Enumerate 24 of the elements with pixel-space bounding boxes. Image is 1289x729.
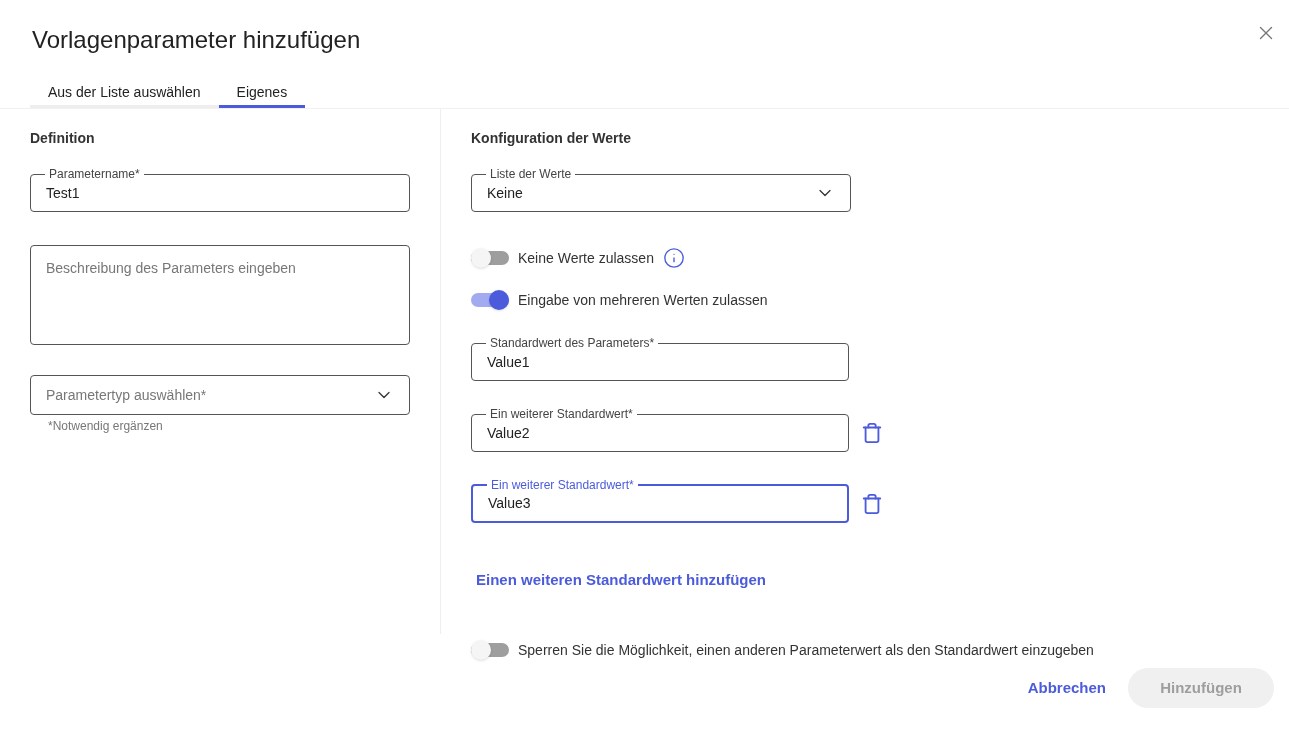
select-field[interactable]: Parametertyp auswählen* <box>30 375 410 415</box>
tab[interactable]: Aus der Liste auswählen <box>30 78 219 108</box>
input-field[interactable]: Standardwert des Parameters* Value1 <box>471 335 849 381</box>
trash-icon[interactable] <box>861 422 883 444</box>
toggle-label: Keine Werte zulassen <box>518 249 654 268</box>
select-field[interactable]: Liste der Werte Keine <box>471 166 851 212</box>
add-default-value-link[interactable]: Einen weiteren Standardwert hinzufügen <box>476 570 767 590</box>
info-icon[interactable] <box>662 247 685 269</box>
helper-text: *Notwendig ergänzen <box>47 418 164 434</box>
toggle-label: Sperren Sie die Möglichkeit, einen anderen Parameterwert als den Standardwert einzugeben <box>518 641 1094 660</box>
section-heading: Definition <box>30 129 96 148</box>
tab[interactable]: Eigenes <box>218 78 306 108</box>
cancel-button[interactable]: Abbrechen <box>1025 668 1108 708</box>
dialog-title: Vorlagenparameter hinzufügen <box>32 25 361 55</box>
input-field[interactable]: Ein weiterer Standardwert* Value2 <box>471 406 849 452</box>
toggle-switch[interactable] <box>471 290 509 310</box>
input-field[interactable]: Parametername* Test1 <box>30 166 410 212</box>
section-heading: Konfiguration der Werte <box>471 129 632 148</box>
toggle-label: Eingabe von mehreren Werten zulassen <box>518 291 768 310</box>
text-area[interactable]: Beschreibung des Parameters eingeben <box>30 245 410 345</box>
toggle-switch[interactable] <box>471 640 509 660</box>
trash-icon[interactable] <box>861 493 883 515</box>
input-field[interactable]: Ein weiterer Standardwert* Value3 <box>471 477 849 523</box>
toggle-switch[interactable] <box>471 248 509 268</box>
